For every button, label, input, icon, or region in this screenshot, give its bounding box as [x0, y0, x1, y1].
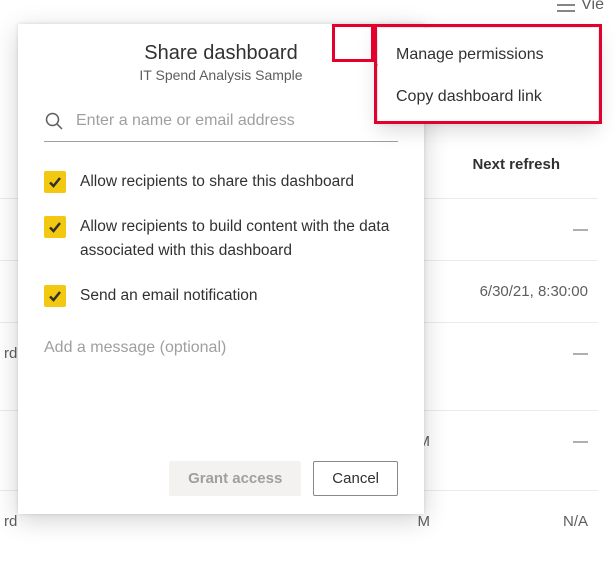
checkbox-label: Allow recipients to build content with t… — [80, 215, 398, 262]
cell-fragment: M — [418, 513, 431, 530]
check-icon — [48, 289, 62, 303]
checkbox-send-email[interactable]: Send an email notification — [44, 284, 398, 307]
message-input[interactable]: Add a message (optional) — [44, 339, 398, 357]
checkbox-label: Allow recipients to share this dashboard — [80, 170, 354, 193]
dialog-subtitle: IT Spend Analysis Sample — [44, 67, 398, 83]
hamburger-icon — [557, 0, 575, 12]
cell-next-refresh: — — [573, 345, 588, 362]
cell-fragment: rd — [4, 345, 17, 362]
checkbox-box[interactable] — [44, 171, 66, 193]
checkbox-box[interactable] — [44, 285, 66, 307]
menu-item-copy-link[interactable]: Copy dashboard link — [378, 76, 598, 118]
cell-next-refresh: 6/30/21, 8:30:00 — [480, 283, 588, 300]
cell-next-refresh: N/A — [563, 513, 588, 530]
check-icon — [48, 220, 62, 234]
search-icon — [44, 111, 64, 131]
dialog-title: Share dashboard — [44, 42, 398, 65]
checkbox-box[interactable] — [44, 216, 66, 238]
checkbox-allow-build[interactable]: Allow recipients to build content with t… — [44, 215, 398, 262]
check-icon — [48, 175, 62, 189]
dialog-header: Share dashboard IT Spend Analysis Sample… — [44, 42, 398, 83]
cell-next-refresh: — — [573, 221, 588, 238]
view-label: Vie — [581, 0, 604, 14]
menu-item-manage-permissions[interactable]: Manage permissions — [378, 34, 598, 76]
grant-access-button[interactable]: Grant access — [169, 461, 301, 496]
view-toggle[interactable]: Vie — [557, 0, 604, 14]
recipient-input[interactable] — [76, 112, 398, 130]
dialog-footer: Grant access Cancel — [44, 461, 398, 496]
cancel-button[interactable]: Cancel — [313, 461, 398, 496]
checkbox-allow-share[interactable]: Allow recipients to share this dashboard — [44, 170, 398, 193]
recipient-field[interactable] — [44, 111, 398, 142]
checkbox-label: Send an email notification — [80, 284, 258, 307]
cell-next-refresh: — — [573, 433, 588, 450]
column-header-next-refresh[interactable]: Next refresh — [472, 156, 560, 173]
more-options-menu: Manage permissions Copy dashboard link — [378, 28, 598, 124]
share-dashboard-dialog: Share dashboard IT Spend Analysis Sample… — [18, 24, 424, 514]
cell-fragment: rd — [4, 513, 17, 530]
